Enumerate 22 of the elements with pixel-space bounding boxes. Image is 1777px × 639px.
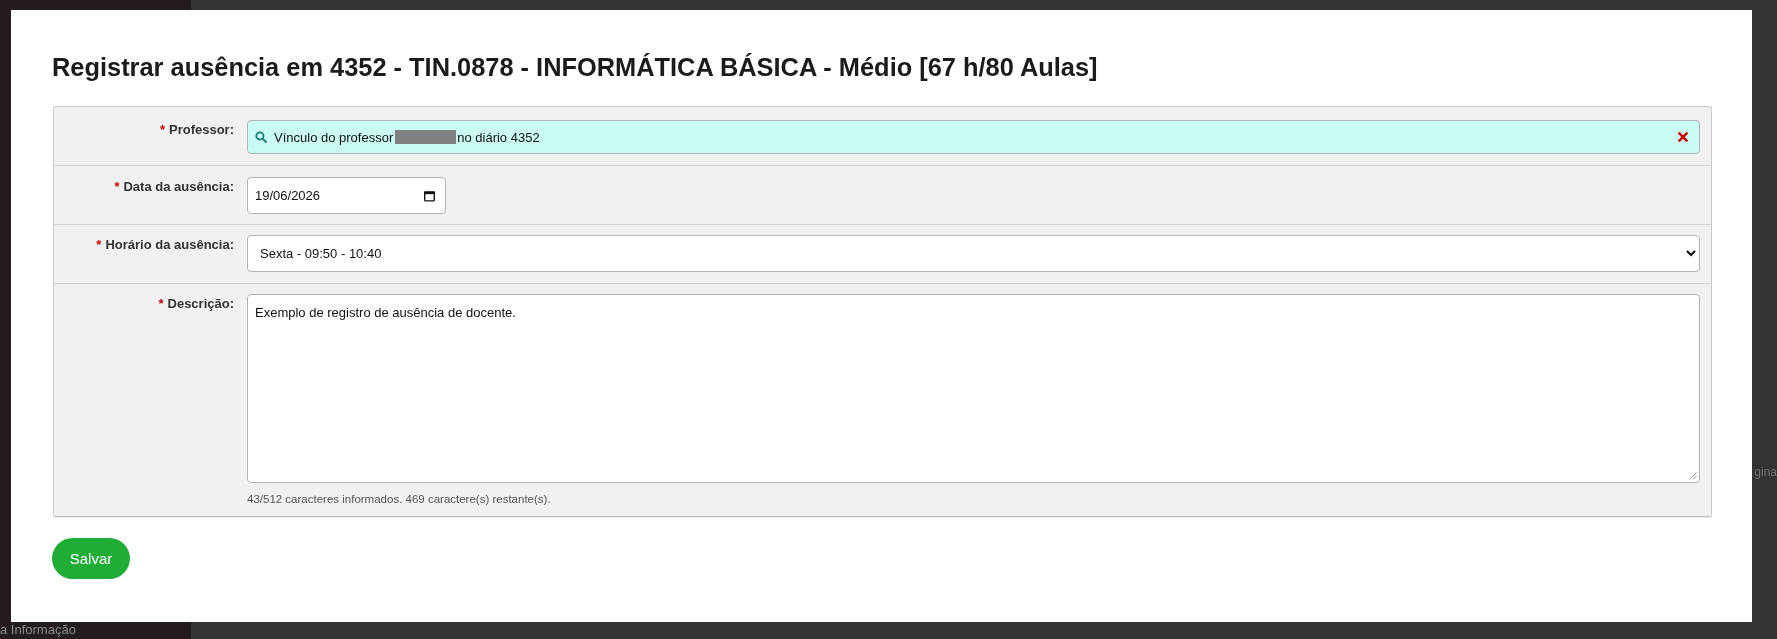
character-counter: 43/512 caracteres informados. 469 caractere(s) restante(s). (247, 492, 552, 506)
text-area[interactable]: Exemplo de registro de ausência de docente. (247, 294, 1700, 483)
resize-grip-icon[interactable] (1689, 472, 1697, 480)
sidebar-item: a Informação (0, 622, 76, 638)
required-mark: * (159, 122, 165, 137)
close-icon[interactable] (1677, 131, 1689, 143)
required-mark: * (96, 237, 102, 252)
required-mark: * (114, 179, 120, 194)
field-label: Data da ausência: (123, 179, 234, 194)
date-field[interactable]: 19/06/2026 (247, 177, 446, 214)
page-text: gina (1754, 464, 1777, 481)
select-field[interactable]: Sexta - 09:50 - 10:40 (247, 235, 1700, 272)
required-mark: * (158, 296, 164, 311)
field-label: Professor: (168, 122, 234, 137)
field-label: Horário da ausência: (105, 237, 234, 252)
chevron-down-icon (1686, 250, 1696, 257)
redaction-bar (395, 130, 457, 144)
field-label: Descrição: (167, 296, 234, 311)
dialog-title: Registrar ausência em 4352 - TIN.0878 - INFORMÁTICA BÁSICA - Médio [67 h/80 Aulas] (52, 52, 1099, 83)
search-field[interactable]: Vínculo do professor no diário 4352 (247, 120, 1700, 154)
calendar-icon[interactable] (424, 189, 435, 202)
search-icon (255, 131, 267, 143)
